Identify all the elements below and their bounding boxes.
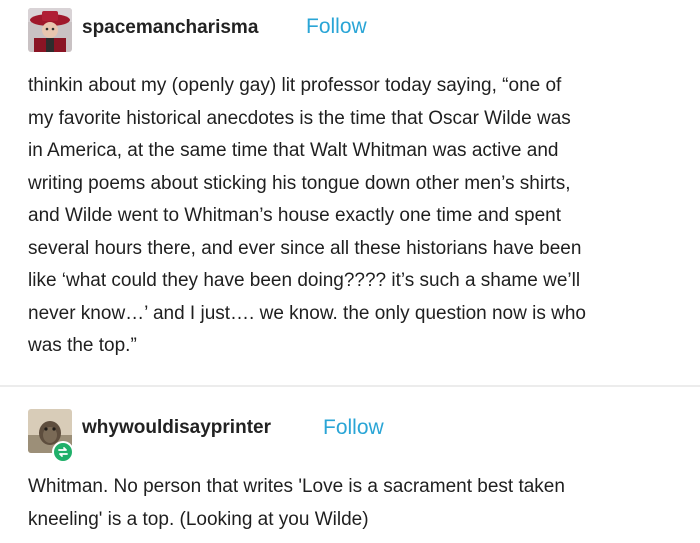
- post-original: spacemancharisma Follow thinkin about my…: [0, 0, 700, 386]
- username[interactable]: whywouldisayprinter: [82, 417, 271, 439]
- post-text: Whitman. No person that writes 'Love is …: [28, 476, 565, 530]
- reblog-icon: [52, 441, 74, 463]
- post-text: thinkin about my (openly gay) lit profes…: [28, 75, 586, 356]
- username[interactable]: spacemancharisma: [82, 17, 258, 39]
- follow-button[interactable]: Follow: [306, 15, 367, 39]
- post-reblog: whywouldisayprinter Follow Whitman. No p…: [0, 387, 700, 543]
- avatar-icon[interactable]: [28, 8, 72, 52]
- follow-button[interactable]: Follow: [323, 416, 384, 440]
